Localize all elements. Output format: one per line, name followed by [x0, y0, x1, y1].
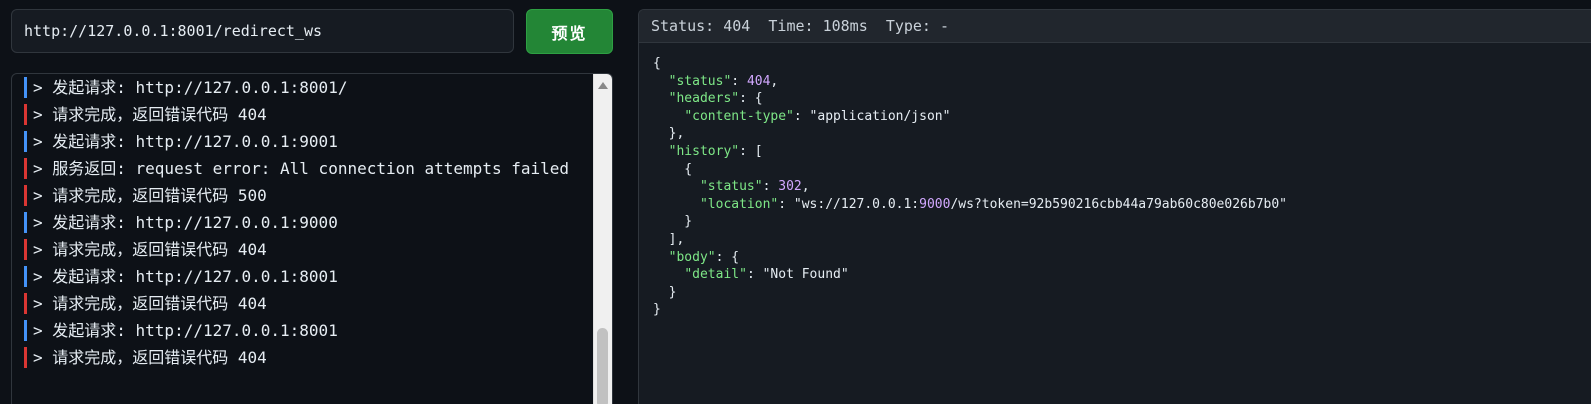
- log-entry-error: > 请求完成，返回错误代码 404: [12, 236, 593, 263]
- time-label: Time:: [768, 17, 814, 35]
- status-bar: Status: 404 Time: 108ms Type: -: [639, 10, 1591, 43]
- status-label: Status:: [651, 17, 715, 35]
- log-entry-error: > 请求完成，返回错误代码 500: [12, 182, 593, 209]
- response-panel: Status: 404 Time: 108ms Type: - { "statu…: [638, 9, 1591, 404]
- log-entry-info: > 发起请求: http://127.0.0.1:8001: [12, 317, 593, 344]
- type-label: Type:: [885, 17, 931, 35]
- url-input[interactable]: [11, 9, 514, 53]
- log-panel[interactable]: > 发起请求: http://127.0.0.1:8001/> 请求完成，返回错…: [11, 73, 613, 404]
- log-entry-error: > 请求完成，返回错误代码 404: [12, 101, 593, 128]
- log-entry-info: > 发起请求: http://127.0.0.1:9000: [12, 209, 593, 236]
- response-json: { "status": 404, "headers": { "content-t…: [653, 56, 1287, 318]
- log-entry-error: > 请求完成，返回错误代码 404: [12, 290, 593, 317]
- scroll-thumb[interactable]: [597, 328, 608, 404]
- preview-button[interactable]: 预览: [526, 9, 613, 54]
- log-entry-error: > 服务返回: request error: All connection at…: [12, 155, 593, 182]
- log-entry-info: > 发起请求: http://127.0.0.1:8001/: [12, 74, 593, 101]
- status-value: 404: [723, 17, 751, 35]
- log-scrollbar[interactable]: [593, 74, 612, 404]
- time-value: 108ms: [822, 17, 868, 35]
- type-value: -: [940, 17, 950, 35]
- scroll-up-arrow-icon[interactable]: [598, 82, 608, 89]
- log-list: > 发起请求: http://127.0.0.1:8001/> 请求完成，返回错…: [12, 74, 593, 371]
- log-entry-info: > 发起请求: http://127.0.0.1:9001: [12, 128, 593, 155]
- log-entry-info: > 发起请求: http://127.0.0.1:8001: [12, 263, 593, 290]
- log-entry-error: > 请求完成，返回错误代码 404: [12, 344, 593, 371]
